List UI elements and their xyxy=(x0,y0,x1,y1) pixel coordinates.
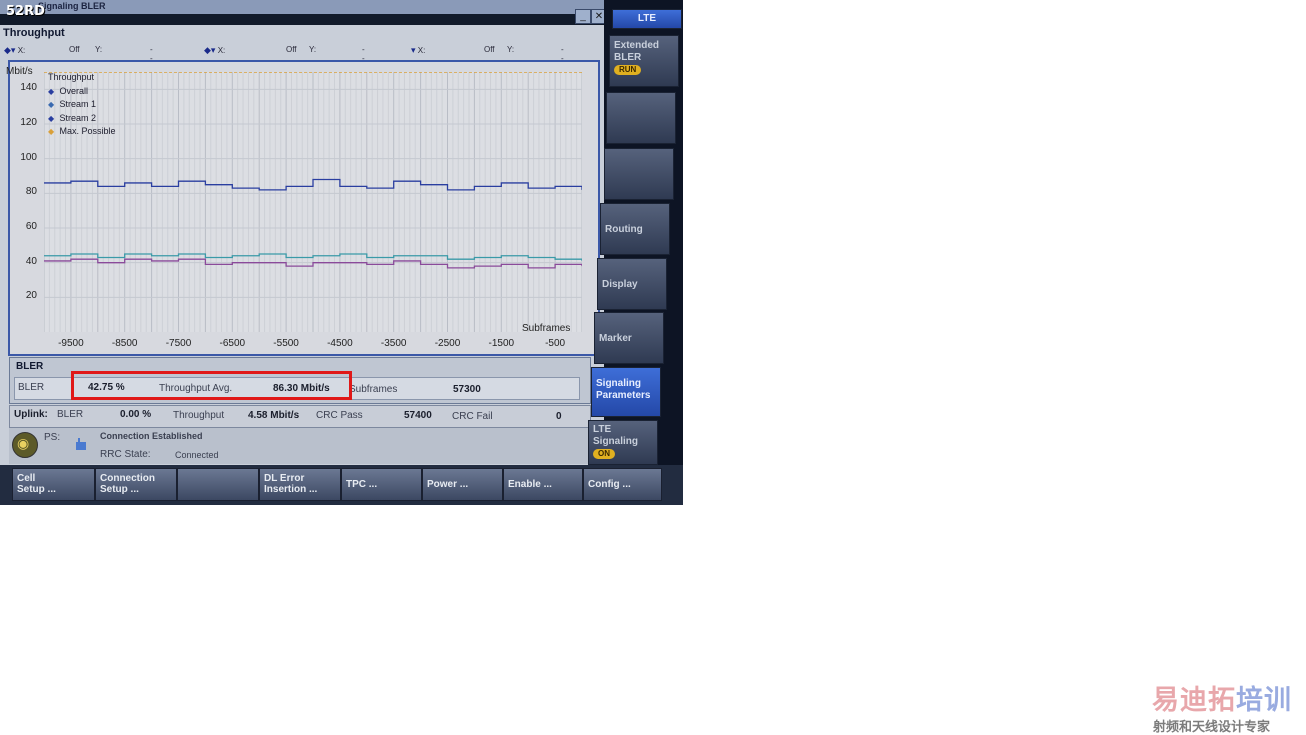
blank-hotkey-2[interactable] xyxy=(604,148,674,200)
rrc-state-value: Connected xyxy=(175,450,219,460)
diamond-icon: ◆ xyxy=(48,113,55,123)
tab-lte[interactable]: LTE xyxy=(612,9,682,29)
cursor-marker-icon: ◆▾ xyxy=(4,45,16,55)
plot-legend: Throughput ◆ Overall ◆ Stream 1 ◆ Stream… xyxy=(48,71,116,139)
window-title: Signaling BLER xyxy=(38,1,106,11)
minimize-button[interactable]: _ xyxy=(575,9,591,24)
diamond-icon: ◆ xyxy=(48,86,55,96)
empty-softkey[interactable] xyxy=(177,468,259,501)
uplink-throughput-value: 4.58 Mbit/s xyxy=(248,410,300,421)
crc-pass-value: 57400 xyxy=(404,410,432,421)
uplink-bler-label: BLER xyxy=(57,409,84,420)
window-title-bar: Signaling BLER xyxy=(0,0,610,14)
bler-label: BLER xyxy=(18,382,45,393)
x-tick-label: -4500 xyxy=(327,338,353,349)
x-tick-label: -9500 xyxy=(58,338,84,349)
y-tick-label: 20 xyxy=(25,290,37,302)
enable-button[interactable]: Enable ... xyxy=(503,468,583,501)
y-tick-label: 40 xyxy=(25,255,37,267)
on-badge: ON xyxy=(593,449,615,459)
uplink-bler-value: 0.00 % xyxy=(120,409,152,420)
y-tick-label: 100 xyxy=(20,151,37,163)
throughput-plot xyxy=(44,72,582,332)
run-badge: RUN xyxy=(614,65,642,75)
logo-subtitle: 射频和天线设计专家 xyxy=(1153,720,1271,735)
diamond-icon: ◆ xyxy=(48,100,55,109)
graph-title: Throughput xyxy=(3,27,65,39)
x-tick-label: -5500 xyxy=(273,338,299,349)
y-axis-unit: Mbit/s xyxy=(6,66,33,77)
uplink-label: Uplink: xyxy=(14,409,48,420)
x-tick-label: -500 xyxy=(545,338,566,349)
cursor-marker-icon: ▾ xyxy=(411,45,416,55)
connection-status-area xyxy=(9,428,589,464)
red-highlight-box xyxy=(71,371,352,400)
config-button[interactable]: Config ... xyxy=(583,468,662,501)
connection-setup-button[interactable]: Connection Setup ... xyxy=(95,468,177,501)
x-tick-label: -8500 xyxy=(111,338,138,349)
bler-panel-title: BLER xyxy=(16,361,44,372)
rrc-state-label: RRC State: xyxy=(100,449,151,460)
x-tick-label: -1500 xyxy=(488,338,515,349)
connection-state: Connection Established xyxy=(100,431,203,441)
display-button[interactable]: Display xyxy=(597,258,667,310)
logo-wordmark: 易迪拓培训 xyxy=(1152,685,1292,716)
legend-item-stream-2: ◆ Stream 2 xyxy=(48,112,116,126)
x-tick-label: -3500 xyxy=(380,338,407,349)
instrument-screen-photo: Signaling BLER _ ✕ Throughput ◆▾ X: Off … xyxy=(0,0,683,505)
uplink-throughput-label: Throughput xyxy=(173,410,225,421)
lte-signaling-button[interactable]: LTE Signaling ON xyxy=(588,420,658,465)
diamond-icon: ◆ xyxy=(48,127,55,136)
blank-hotkey-1[interactable] xyxy=(606,92,676,144)
cell-setup-button[interactable]: Cell Setup ... xyxy=(12,468,95,501)
cursor-marker-icon: ◆▾ xyxy=(204,45,216,55)
subframes-value: 57300 xyxy=(453,384,481,395)
x-tick-label: -2500 xyxy=(434,338,461,349)
dl-error-insertion-button[interactable]: DL Error Insertion ... xyxy=(259,468,341,501)
site-logo: 易迪拓培训 射频和天线设计专家 xyxy=(1148,678,1306,735)
cursor-3[interactable]: ▾ X: Off Y: --- xyxy=(411,45,564,72)
legend-title: Throughput xyxy=(48,72,95,82)
crc-pass-label: CRC Pass xyxy=(316,410,363,421)
cursor-2[interactable]: ◆▾ X: Off Y: --- xyxy=(204,45,365,72)
antenna-status-icon xyxy=(12,432,38,458)
extended-bler-button[interactable]: Extended BLER RUN xyxy=(609,35,679,87)
uplink-row xyxy=(9,405,591,428)
marker-button[interactable]: Marker xyxy=(594,312,664,364)
y-tick-label: 120 xyxy=(20,117,37,128)
phone-icon xyxy=(76,438,86,450)
routing-button[interactable]: Routing xyxy=(600,203,670,255)
legend-item-max-possible: ◆ Max. Possible xyxy=(48,125,116,139)
y-tick-label: 60 xyxy=(25,221,37,232)
cursor-1[interactable]: ◆▾ X: Off Y: --- xyxy=(4,45,153,72)
ps-label: PS: xyxy=(44,432,61,443)
legend-item-overall: ◆ Overall xyxy=(48,85,116,99)
y-tick-label: 140 xyxy=(20,82,37,94)
y-tick-label: 80 xyxy=(25,186,37,198)
x-tick-label: -7500 xyxy=(165,338,192,349)
x-tick-label: -6500 xyxy=(219,338,246,349)
crc-fail-label: CRC Fail xyxy=(452,411,493,422)
legend-item-stream-1: ◆ Stream 1 xyxy=(48,98,116,112)
signaling-parameters-button[interactable]: Signaling Parameters xyxy=(591,367,661,417)
power-button[interactable]: Power ... xyxy=(422,468,503,501)
tpc-button[interactable]: TPC ... xyxy=(341,468,422,501)
watermark-52rd: 52RD xyxy=(6,4,45,19)
subframes-label: Subframes xyxy=(349,384,398,395)
x-axis-unit: Subframes xyxy=(522,323,571,334)
crc-fail-value: 0 xyxy=(556,411,562,422)
